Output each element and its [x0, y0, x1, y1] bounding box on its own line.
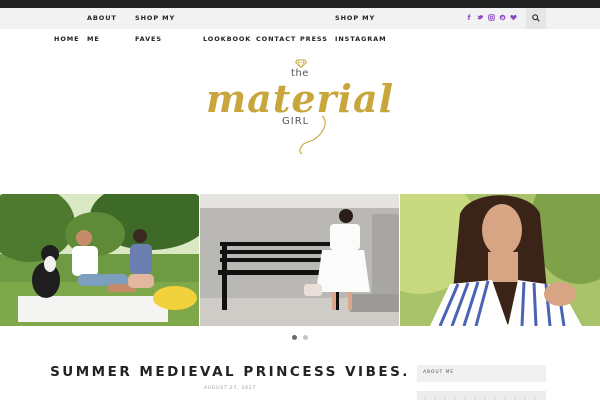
about-me-widget-header: ABOUT ME — [417, 365, 546, 382]
slider-dots — [0, 335, 600, 341]
facebook-icon[interactable]: f — [466, 14, 472, 22]
nav-item-instagram[interactable]: INSTAGRAM — [335, 35, 386, 43]
svg-text:p: p — [501, 15, 504, 20]
slide-image-picnic — [0, 194, 199, 326]
slide-bench[interactable] — [200, 194, 399, 326]
slide-image-portrait — [400, 194, 600, 326]
post-title[interactable]: SUMMER MEDIEVAL PRINCESS VIBES. — [40, 364, 420, 380]
logo-swash — [299, 115, 326, 155]
site-logo[interactable]: the material GIRL — [0, 50, 600, 190]
twitter-icon[interactable] — [477, 14, 484, 22]
nav-item-press[interactable]: PRESS — [300, 35, 328, 43]
social-icons: f p — [466, 14, 517, 24]
search-button[interactable] — [526, 8, 546, 29]
nav-item-shop-my-2[interactable]: SHOP MY — [335, 14, 375, 22]
instagram-icon[interactable] — [488, 14, 495, 22]
slide-portrait[interactable] — [400, 194, 600, 326]
slide-picnic[interactable] — [0, 194, 199, 326]
slide-image-bench — [200, 194, 399, 326]
search-icon — [532, 14, 540, 22]
nav-item-about[interactable]: ABOUT — [87, 14, 117, 22]
about-me-widget-image — [417, 391, 546, 400]
slider-dot-2[interactable] — [303, 335, 308, 340]
top-bar — [0, 0, 600, 8]
nav-item-faves[interactable]: FAVES — [135, 35, 162, 43]
post-date: AUGUST 27, 2017 — [203, 386, 257, 391]
nav-item-home[interactable]: HOME — [54, 35, 79, 43]
nav-item-shop-my[interactable]: SHOP MY — [135, 14, 175, 22]
image-slider[interactable] — [0, 194, 600, 326]
slider-dot-1[interactable] — [292, 335, 297, 340]
heart-icon[interactable] — [510, 14, 517, 22]
nav-item-lookbook[interactable]: LOOKBOOK — [203, 35, 251, 43]
about-me-widget-title: ABOUT ME — [423, 370, 455, 375]
diamond-icon — [295, 59, 307, 68]
nav-item-contact[interactable]: CONTACT — [256, 35, 296, 43]
nav-item-me[interactable]: ME — [87, 35, 100, 43]
pinterest-icon[interactable]: p — [499, 14, 506, 22]
